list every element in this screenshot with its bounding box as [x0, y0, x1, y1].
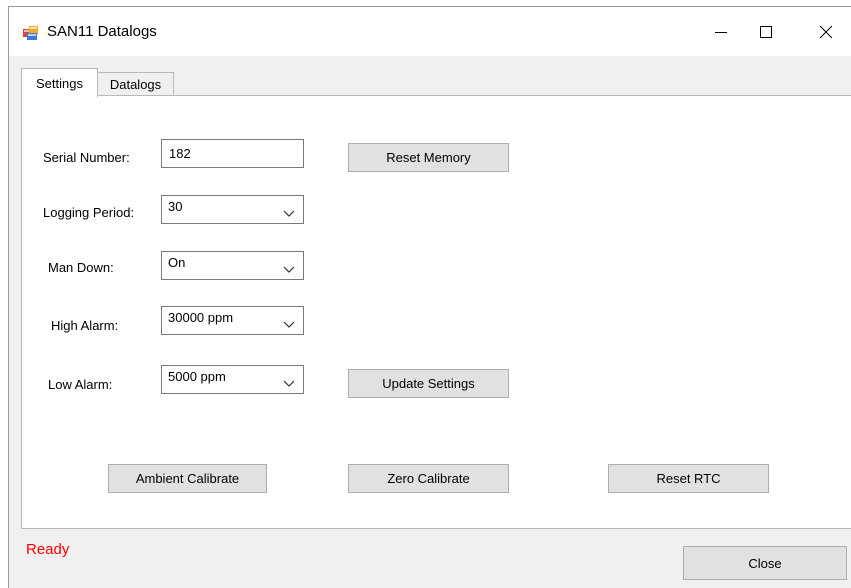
maximize-icon — [760, 25, 772, 38]
maximize-button[interactable] — [736, 7, 796, 56]
logging-period-select[interactable]: 30 — [161, 195, 304, 224]
update-settings-button[interactable]: Update Settings — [348, 369, 509, 398]
low-alarm-select[interactable]: 5000 ppm — [161, 365, 304, 394]
high-alarm-label: High Alarm: — [51, 318, 119, 333]
high-alarm-value: 30000 ppm — [168, 310, 234, 325]
serial-number-input[interactable]: 182 — [161, 139, 304, 168]
zero-calibrate-button[interactable]: Zero Calibrate — [348, 464, 509, 493]
man-down-value: On — [168, 255, 186, 270]
logging-period-value: 30 — [168, 199, 183, 214]
minimize-icon — [715, 26, 727, 38]
close-button[interactable]: Close — [683, 546, 847, 580]
reset-rtc-button[interactable]: Reset RTC — [608, 464, 769, 493]
chevron-down-icon — [283, 375, 295, 393]
window-title: SAN11 Datalogs — [47, 23, 157, 40]
tab-settings[interactable]: Settings — [21, 68, 98, 97]
status-text: Ready — [26, 541, 70, 558]
chevron-down-icon — [283, 261, 295, 279]
title-bar[interactable]: SAN11 Datalogs — [9, 7, 851, 56]
ambient-calibrate-button[interactable]: Ambient Calibrate — [108, 464, 267, 493]
chevron-down-icon — [283, 205, 295, 223]
high-alarm-select[interactable]: 30000 ppm — [161, 306, 304, 335]
low-alarm-value: 5000 ppm — [168, 369, 226, 384]
low-alarm-label: Low Alarm: — [48, 377, 113, 392]
tab-datalogs[interactable]: Datalogs — [98, 72, 174, 96]
man-down-select[interactable]: On — [161, 251, 304, 280]
close-icon — [819, 25, 832, 38]
app-window: SAN11 Datalogs Settings Datalogs Serial … — [8, 6, 851, 588]
tab-strip: Settings Datalogs — [9, 56, 851, 97]
close-window-button[interactable] — [800, 7, 851, 56]
settings-panel: Serial Number: 182 Reset Memory Logging … — [21, 95, 851, 529]
logging-period-label: Logging Period: — [43, 205, 135, 220]
reset-memory-button[interactable]: Reset Memory — [348, 143, 509, 172]
app-icon — [23, 25, 39, 41]
serial-number-label: Serial Number: — [43, 150, 130, 165]
man-down-label: Man Down: — [48, 260, 114, 275]
chevron-down-icon — [283, 316, 295, 334]
